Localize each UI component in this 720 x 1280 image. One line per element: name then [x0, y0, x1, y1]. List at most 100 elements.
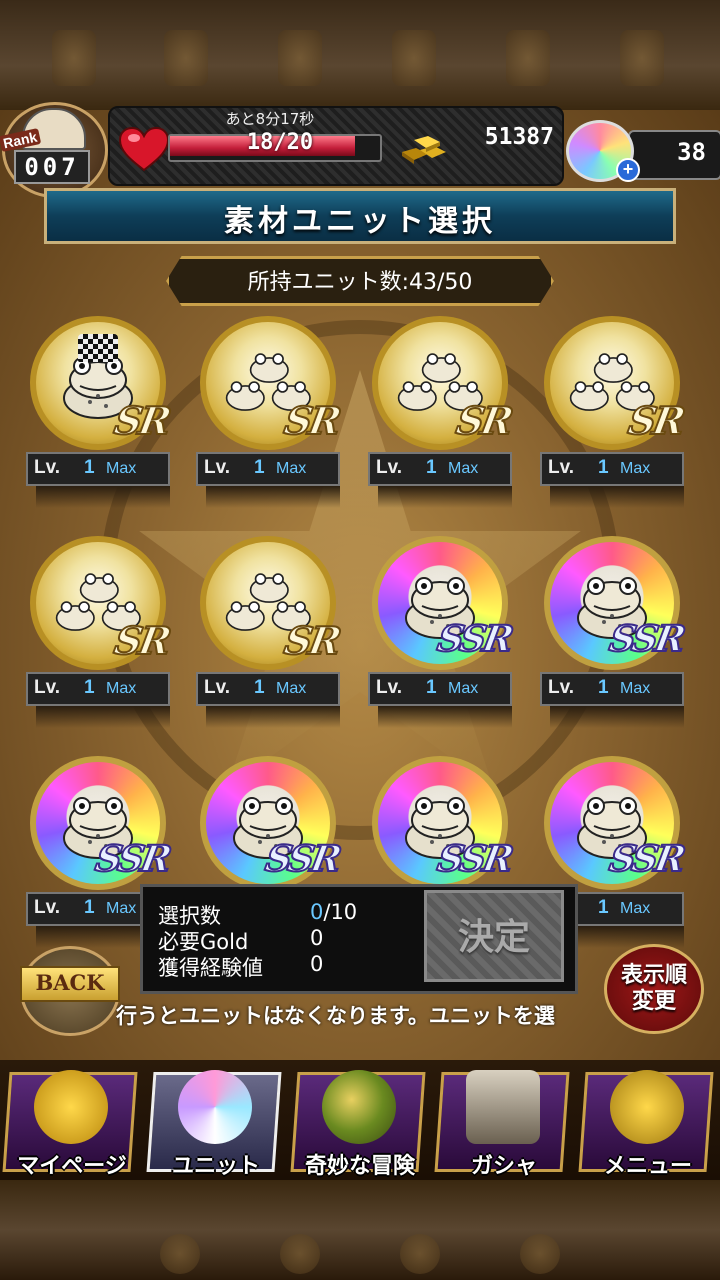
nav-item[interactable]: メニュー: [576, 1066, 720, 1180]
level-max: Max: [448, 460, 479, 477]
selection-count: 0/10: [310, 900, 357, 924]
unit-card[interactable]: SR Lv. 1 Max: [540, 316, 687, 508]
level-value: 1: [254, 677, 265, 698]
rarity-badge: SR: [280, 617, 343, 664]
level-label: Lv.: [34, 677, 61, 698]
level-label: Lv.: [548, 457, 575, 478]
nav-item[interactable]: 奇妙な冒険: [288, 1066, 432, 1180]
nav-item-label: ガシャ: [470, 1153, 537, 1179]
level-plate-shadow: [206, 706, 340, 728]
peace-icon: [610, 1070, 684, 1144]
hand-icon: [620, 30, 664, 86]
level-label: Lv.: [548, 677, 575, 698]
nav-item-label: メニュー: [603, 1153, 692, 1179]
selection-count-max: /10: [323, 900, 358, 924]
level-plate-shadow: [378, 706, 512, 728]
required-gold-value: 0: [310, 926, 324, 950]
level-max: Max: [106, 900, 137, 917]
add-gems-button[interactable]: +: [616, 158, 640, 182]
nav-item[interactable]: ガシャ: [432, 1066, 576, 1180]
level-plate-shadow: [378, 486, 512, 508]
nav-item-label: マイページ: [17, 1153, 127, 1179]
sort-label-line2: 変更: [631, 988, 676, 1014]
rarity-badge: SR: [280, 397, 343, 444]
weapons-icon: [466, 1070, 540, 1144]
peace-icon: [400, 1234, 440, 1274]
rarity-badge: SR: [110, 397, 173, 444]
stamina-timer: あと8分17秒: [225, 110, 315, 128]
page-title: 素材ユニット選択: [224, 204, 496, 239]
bottom-decoration: [0, 1180, 720, 1280]
unit-card[interactable]: SR Lv. 1 Max: [368, 316, 515, 508]
unit-card[interactable]: SR Lv. 1 Max: [196, 316, 343, 508]
rarity-badge: SSR: [91, 837, 173, 881]
rank-value: 007: [14, 150, 90, 184]
unit-card[interactable]: SSR Lv. 1 Max: [368, 536, 515, 728]
level-value: 1: [598, 677, 609, 698]
level-plate-shadow: [36, 706, 170, 728]
level-label: Lv.: [34, 457, 61, 478]
peace-icon: [160, 1234, 200, 1274]
level-value: 1: [84, 677, 95, 698]
top-decoration: [0, 0, 720, 110]
nav-item-label: ユニット: [171, 1153, 260, 1179]
level-label: Lv.: [34, 897, 61, 918]
rarity-badge: SSR: [433, 617, 515, 661]
level-max: Max: [448, 680, 479, 697]
rarity-badge: SSR: [261, 837, 343, 881]
level-max: Max: [620, 680, 651, 697]
rarity-badge: SR: [110, 617, 173, 664]
stamina-value: 18/20: [246, 130, 314, 155]
sort-button-label: 表示順 変更: [604, 962, 704, 1014]
globe-icon: [322, 1070, 396, 1144]
level-plate-shadow: [206, 486, 340, 508]
rarity-badge: SSR: [605, 837, 687, 881]
rarity-badge: SR: [452, 397, 515, 444]
level-max: Max: [276, 460, 307, 477]
hand-icon: [164, 30, 208, 86]
mask-icon: [506, 30, 550, 86]
nav-item[interactable]: マイページ: [0, 1066, 144, 1180]
level-value: 1: [598, 897, 609, 918]
gained-exp-label: 獲得経験値: [158, 956, 263, 980]
mask-icon: [52, 30, 96, 86]
level-value: 1: [254, 457, 265, 478]
rarity-badge: SSR: [433, 837, 515, 881]
hand-icon: [392, 30, 436, 86]
level-label: Lv.: [376, 677, 403, 698]
decide-button-label: 決定: [457, 916, 530, 958]
level-label: Lv.: [376, 457, 403, 478]
ornament-icon: [520, 1234, 560, 1274]
selection-count-current: 0: [310, 900, 324, 924]
rarity-badge: SSR: [605, 617, 687, 661]
top-hat-icon: [78, 334, 118, 362]
gem-value: 38: [677, 138, 706, 166]
level-value: 1: [598, 457, 609, 478]
sort-label-line1: 表示順: [620, 962, 687, 988]
level-value: 1: [84, 897, 95, 918]
level-max: Max: [106, 680, 137, 697]
level-max: Max: [106, 460, 137, 477]
level-value: 1: [426, 677, 437, 698]
unit-card[interactable]: SR Lv. 1 Max: [26, 536, 173, 728]
unit-card[interactable]: SSR Lv. 1 Max: [540, 536, 687, 728]
level-max: Max: [620, 460, 651, 477]
unit-card[interactable]: SR Lv. 1 Max: [196, 536, 343, 728]
unit-card[interactable]: SR Lv. 1 Max: [26, 316, 173, 508]
heart-icon: [118, 126, 170, 172]
nav-item-label: 奇妙な冒険: [304, 1153, 415, 1179]
level-label: Lv.: [204, 677, 231, 698]
gained-exp-value: 0: [310, 952, 324, 976]
level-plate-shadow: [550, 706, 684, 728]
level-value: 1: [84, 457, 95, 478]
level-max: Max: [620, 900, 651, 917]
star-unit-icon: [178, 1070, 252, 1144]
gold-value: 51387: [484, 124, 554, 150]
level-plate-shadow: [550, 486, 684, 508]
level-value: 1: [426, 457, 437, 478]
level-plate-shadow: [36, 486, 170, 508]
warning-ticker: 行うとユニットはなくなります。ユニットを選: [116, 1004, 555, 1028]
gold-bars-icon: [402, 136, 446, 164]
jojo-logo-icon: [34, 1070, 108, 1144]
nav-item[interactable]: ユニット: [144, 1066, 288, 1180]
